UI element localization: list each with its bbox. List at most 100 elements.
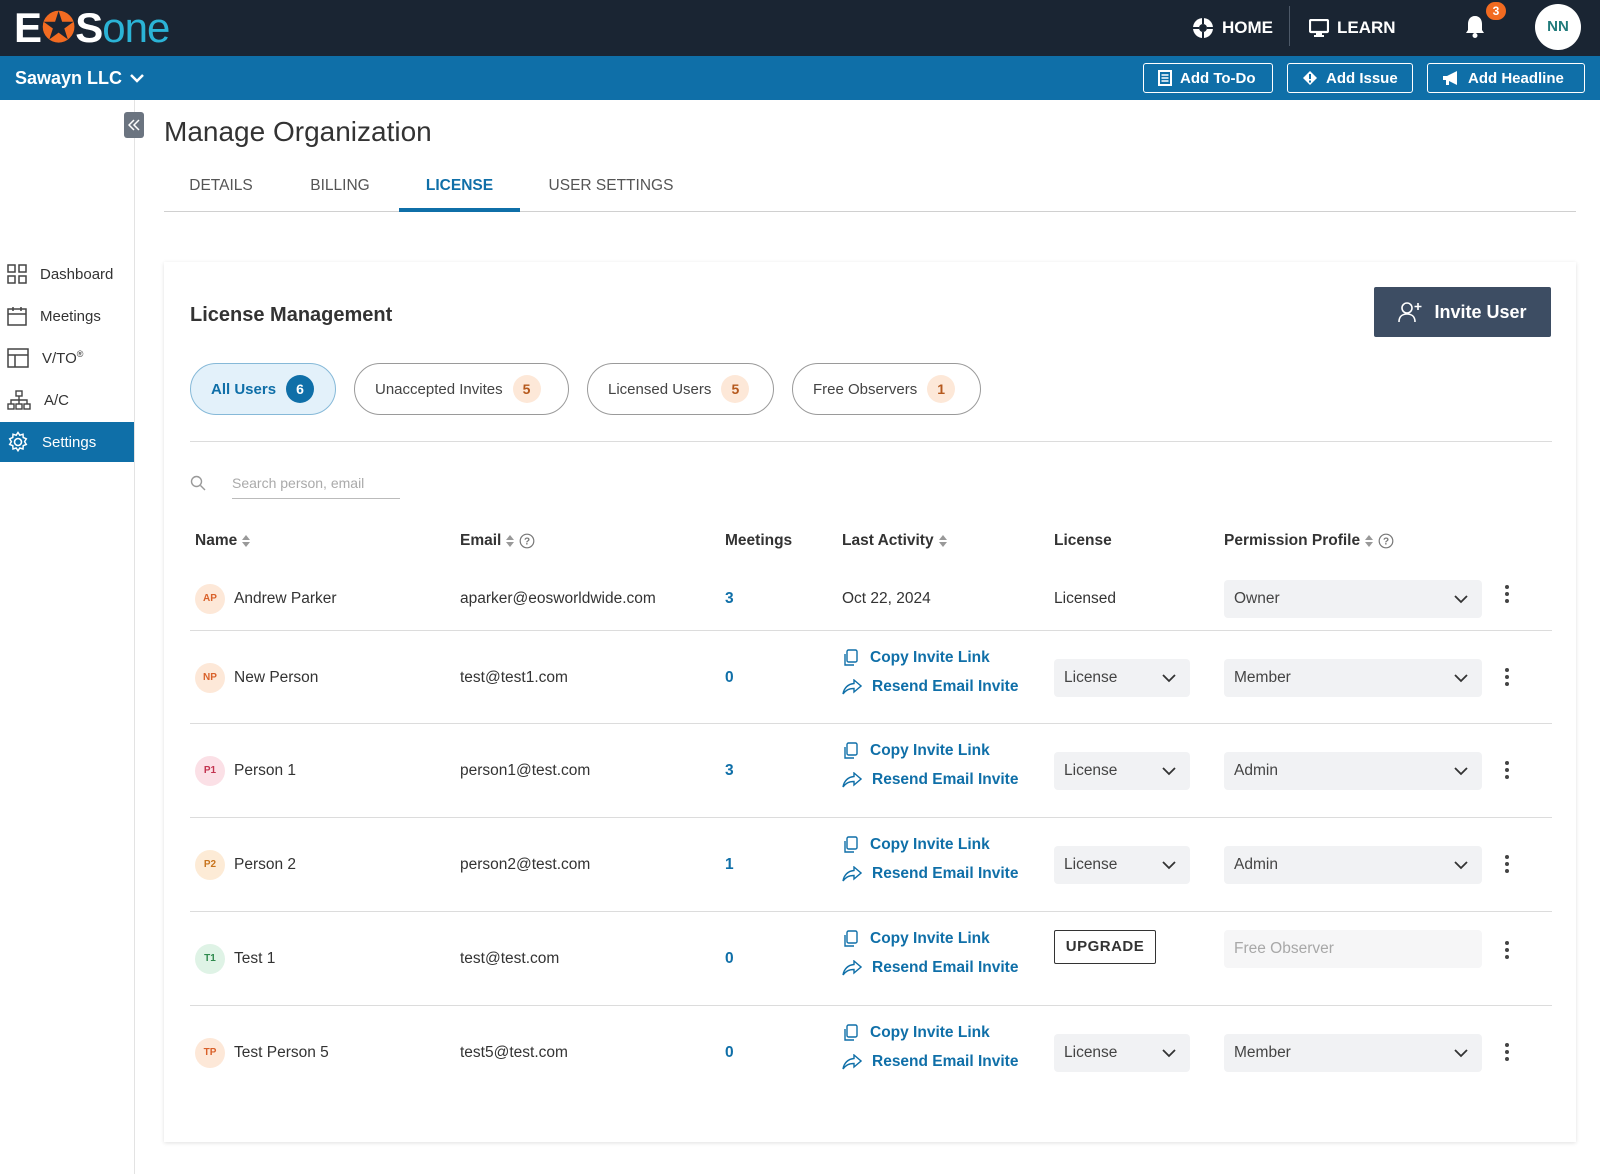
- user-email: person1@test.com: [460, 762, 591, 779]
- filter-licensed-users[interactable]: Licensed Users 5: [587, 363, 774, 415]
- filter-free-observers[interactable]: Free Observers 1: [792, 363, 981, 415]
- sidebar-item-meetings[interactable]: Meetings: [0, 296, 134, 336]
- license-value: License: [1064, 669, 1118, 686]
- more-options-icon[interactable]: [1502, 1042, 1512, 1062]
- add-issue-button[interactable]: Add Issue: [1287, 63, 1413, 93]
- notifications-bell[interactable]: [1464, 14, 1486, 43]
- meetings-count[interactable]: 0: [725, 944, 734, 974]
- org-bar: Sawayn LLC Add To-Do Add Issue Add Headl…: [0, 56, 1600, 100]
- add-todo-button[interactable]: Add To-Do: [1143, 63, 1273, 93]
- meetings-count[interactable]: 3: [725, 584, 734, 614]
- resend-invite-label: Resend Email Invite: [872, 771, 1019, 788]
- meetings-count[interactable]: 1: [725, 850, 734, 880]
- user-name: Person 1: [234, 762, 297, 779]
- sidebar-item-label: V/TO®: [42, 349, 83, 367]
- chevron-down-icon: [1162, 1048, 1176, 1057]
- copy-invite-label: Copy Invite Link: [870, 742, 990, 759]
- copy-icon: [844, 742, 858, 759]
- tab-license[interactable]: LICENSE: [399, 166, 520, 212]
- filter-label: Free Observers: [813, 380, 918, 398]
- copy-invite-link[interactable]: Copy Invite Link: [842, 649, 990, 667]
- top-bar: E✪Sone HOME LEARN 3 NN: [0, 0, 1600, 56]
- more-options-icon[interactable]: [1502, 584, 1512, 604]
- meetings-count[interactable]: 0: [725, 1038, 734, 1068]
- user-name-cell: NP New Person: [195, 663, 318, 693]
- sort-icon: [938, 535, 947, 547]
- column-header-email[interactable]: Email ?: [460, 532, 535, 550]
- user-initials-avatar: NP: [195, 663, 225, 693]
- resend-email-invite[interactable]: Resend Email Invite: [842, 865, 1018, 883]
- tab-details[interactable]: DETAILS: [184, 166, 258, 212]
- chevron-down-icon: [130, 74, 144, 83]
- permission-profile-select[interactable]: Admin: [1224, 752, 1482, 790]
- chevron-down-icon: [1454, 673, 1468, 682]
- resend-email-invite[interactable]: Resend Email Invite: [842, 1053, 1018, 1071]
- resend-email-invite[interactable]: Resend Email Invite: [842, 678, 1018, 696]
- sidebar-item-ac[interactable]: A/C: [0, 380, 134, 420]
- permission-profile-select[interactable]: Admin: [1224, 846, 1482, 884]
- permission-profile-select[interactable]: Owner: [1224, 580, 1482, 618]
- filter-count: 1: [927, 375, 956, 403]
- help-icon[interactable]: ?: [519, 533, 535, 549]
- sidebar-item-vto[interactable]: V/TO®: [0, 338, 134, 378]
- resend-email-invite[interactable]: Resend Email Invite: [842, 959, 1018, 977]
- meetings-count[interactable]: 3: [725, 756, 734, 786]
- grid-icon: [7, 264, 27, 284]
- invite-user-button[interactable]: Invite User: [1374, 287, 1551, 337]
- permission-profile-select[interactable]: Member: [1224, 659, 1482, 697]
- copy-invite-link[interactable]: Copy Invite Link: [842, 742, 990, 760]
- learn-link[interactable]: LEARN: [1309, 0, 1396, 56]
- tab-user-settings[interactable]: USER SETTINGS: [546, 166, 676, 212]
- license-status: Licensed: [1054, 590, 1117, 607]
- user-initials-avatar: P2: [195, 850, 225, 880]
- sidebar-item-dashboard[interactable]: Dashboard: [0, 254, 134, 294]
- more-options-icon[interactable]: [1502, 940, 1512, 960]
- copy-invite-link[interactable]: Copy Invite Link: [842, 1024, 990, 1042]
- meetings-count[interactable]: 0: [725, 663, 734, 693]
- home-label: HOME: [1222, 18, 1273, 37]
- more-options-icon[interactable]: [1502, 760, 1512, 780]
- sort-icon: [506, 535, 515, 547]
- license-select[interactable]: License: [1054, 1034, 1190, 1072]
- upgrade-button[interactable]: UPGRADE: [1054, 930, 1156, 964]
- column-header-name[interactable]: Name: [195, 532, 251, 550]
- more-options-icon[interactable]: [1502, 854, 1512, 874]
- org-chart-icon: [7, 390, 31, 410]
- double-chevron-left-icon: [128, 119, 140, 131]
- logo-one: one: [102, 4, 170, 51]
- home-link[interactable]: HOME: [1192, 0, 1273, 56]
- invite-user-label: Invite User: [1434, 301, 1527, 322]
- copy-invite-link[interactable]: Copy Invite Link: [842, 930, 990, 948]
- eos-one-logo[interactable]: E✪Sone: [14, 4, 170, 52]
- logo-o: ✪: [41, 4, 76, 51]
- add-todo-label: Add To-Do: [1180, 69, 1256, 87]
- chevron-down-icon: [1454, 1048, 1468, 1057]
- collapse-sidebar-button[interactable]: [124, 112, 144, 138]
- org-switcher[interactable]: Sawayn LLC: [15, 56, 144, 100]
- help-icon[interactable]: ?: [1378, 533, 1394, 549]
- copy-invite-link[interactable]: Copy Invite Link: [842, 836, 990, 854]
- user-name-cell: T1 Test 1: [195, 944, 275, 974]
- filter-unaccepted-invites[interactable]: Unaccepted Invites 5: [354, 363, 569, 415]
- resend-email-invite[interactable]: Resend Email Invite: [842, 771, 1018, 789]
- tab-billing[interactable]: BILLING: [306, 166, 374, 212]
- search-icon: [190, 475, 206, 491]
- license-value: License: [1064, 1044, 1118, 1061]
- permission-profile-select[interactable]: Member: [1224, 1034, 1482, 1072]
- column-header-last-activity[interactable]: Last Activity: [842, 532, 948, 550]
- notification-count-badge: 3: [1486, 2, 1506, 20]
- user-email: test@test.com: [460, 950, 560, 967]
- user-avatar[interactable]: NN: [1535, 4, 1581, 50]
- more-options-icon[interactable]: [1502, 667, 1512, 687]
- copy-invite-label: Copy Invite Link: [870, 836, 990, 853]
- column-header-permission-profile[interactable]: Permission Profile ?: [1224, 532, 1394, 550]
- home-icon: [1193, 18, 1213, 38]
- resend-invite-label: Resend Email Invite: [872, 1053, 1019, 1070]
- search-input[interactable]: [232, 467, 400, 499]
- add-headline-button[interactable]: Add Headline: [1427, 63, 1585, 93]
- license-select[interactable]: License: [1054, 659, 1190, 697]
- filter-all-users[interactable]: All Users 6: [190, 363, 336, 415]
- sidebar-item-settings[interactable]: Settings: [0, 422, 134, 462]
- license-select[interactable]: License: [1054, 846, 1190, 884]
- license-select[interactable]: License: [1054, 752, 1190, 790]
